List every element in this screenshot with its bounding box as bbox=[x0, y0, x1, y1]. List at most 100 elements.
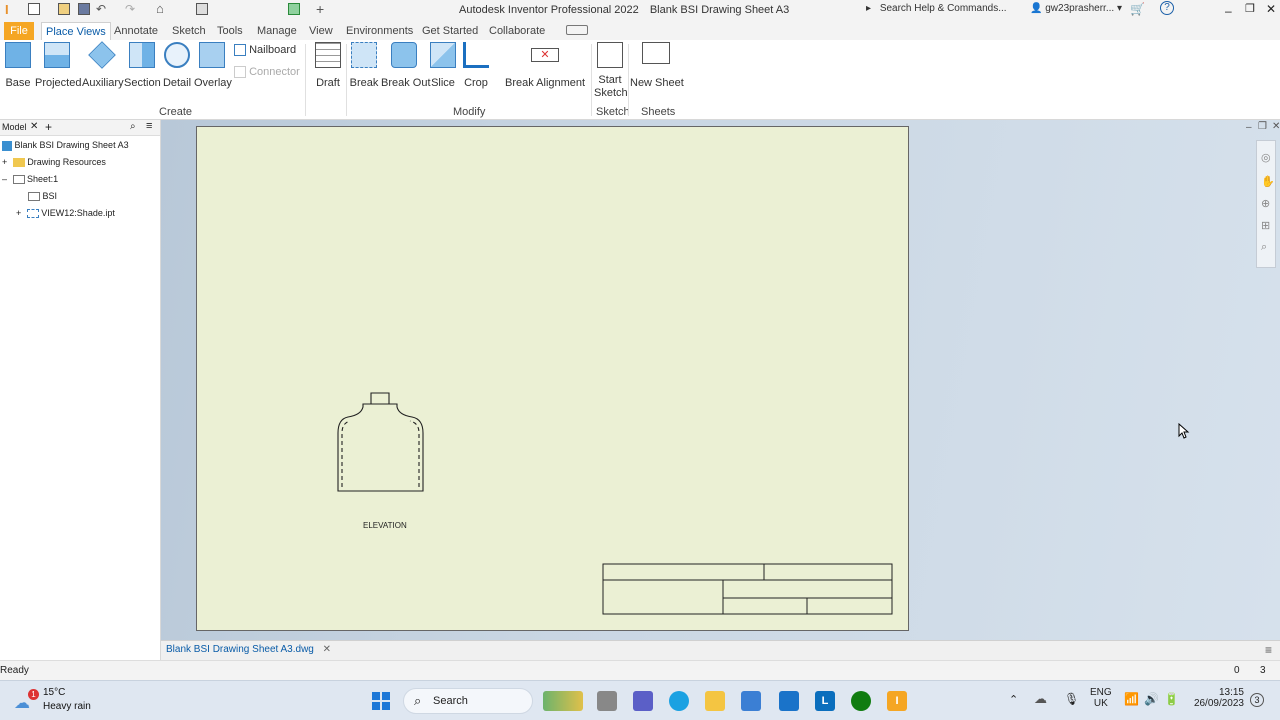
detail-button[interactable]: Detail bbox=[162, 42, 192, 89]
mail-icon[interactable] bbox=[779, 691, 799, 711]
inventor-taskbar-icon[interactable]: I bbox=[887, 691, 907, 711]
tab-environments[interactable]: Environments bbox=[342, 22, 417, 40]
steering-wheel-icon[interactable]: ◎ bbox=[1261, 151, 1271, 164]
notification-badge[interactable]: 3 bbox=[1250, 693, 1264, 707]
windows-start-icon[interactable] bbox=[371, 691, 391, 711]
home-icon[interactable]: ⌂ bbox=[156, 1, 170, 16]
microphone-icon[interactable]: 🎙 bbox=[1064, 692, 1079, 706]
battery-icon[interactable]: 🔋 bbox=[1164, 692, 1179, 706]
tree-item-view[interactable]: + VIEW12:Shade.ipt bbox=[16, 205, 115, 221]
tile-view-icon[interactable]: ❐ bbox=[1258, 121, 1267, 132]
store-icon[interactable] bbox=[741, 691, 761, 711]
help-search-input[interactable]: Search Help & Commands... bbox=[880, 3, 1007, 14]
start-sketch-button[interactable]: Start Sketch bbox=[594, 42, 628, 100]
projected-button[interactable]: Projected bbox=[35, 42, 81, 89]
pan-icon[interactable]: ✋ bbox=[1261, 175, 1275, 188]
file-explorer-icon[interactable] bbox=[705, 691, 725, 711]
close-icon[interactable]: ✕ bbox=[323, 644, 331, 655]
nailboard-button[interactable]: Nailboard bbox=[234, 44, 296, 57]
undo-icon[interactable]: ↶ bbox=[96, 2, 112, 16]
break-button[interactable]: Break bbox=[349, 42, 379, 89]
detail-view-icon bbox=[164, 42, 190, 68]
help-search[interactable]: ▸ Search Help & Commands... bbox=[866, 3, 1016, 17]
break-icon bbox=[351, 42, 377, 68]
plus-icon[interactable]: + bbox=[316, 1, 330, 17]
minimize-icon[interactable]: – bbox=[1225, 4, 1232, 18]
language-indicator[interactable]: ENG UK bbox=[1090, 687, 1112, 709]
zoom-window-icon[interactable]: ⌕ bbox=[1261, 241, 1267, 254]
chevron-right-icon: ▸ bbox=[866, 3, 872, 14]
slice-button[interactable]: Slice bbox=[429, 42, 457, 89]
ribbon-options-icon[interactable] bbox=[566, 25, 588, 35]
auxiliary-button[interactable]: Auxiliary bbox=[82, 41, 124, 89]
break-out-button[interactable]: Break Out bbox=[381, 42, 431, 89]
add-tab-icon[interactable]: + bbox=[45, 120, 52, 134]
connector-button[interactable]: Connector bbox=[234, 66, 300, 79]
draft-button[interactable]: Draft bbox=[314, 42, 342, 89]
menu-icon[interactable]: ≡ bbox=[146, 120, 152, 132]
save-icon[interactable] bbox=[78, 3, 90, 15]
update-icon[interactable] bbox=[288, 3, 300, 15]
task-view-icon[interactable] bbox=[597, 691, 617, 711]
section-button[interactable]: Section bbox=[124, 42, 161, 89]
document-tab[interactable]: Blank BSI Drawing Sheet A3.dwg ✕ bbox=[166, 644, 331, 655]
maximize-icon[interactable]: ❐ bbox=[1245, 2, 1255, 15]
app-title: Autodesk Inventor Professional 2022 bbox=[459, 4, 639, 16]
zoom-all-icon[interactable]: ⊞ bbox=[1261, 219, 1270, 232]
tab-view[interactable]: View bbox=[305, 22, 337, 40]
widget-art-icon[interactable] bbox=[543, 691, 583, 711]
help-icon[interactable]: ? bbox=[1160, 1, 1174, 15]
tab-file[interactable]: File bbox=[4, 22, 34, 40]
teams-icon[interactable] bbox=[633, 691, 653, 711]
tab-tools[interactable]: Tools bbox=[213, 22, 247, 40]
new-file-icon[interactable] bbox=[28, 3, 40, 15]
tab-manage[interactable]: Manage bbox=[253, 22, 301, 40]
restore-view-icon[interactable]: – bbox=[1246, 122, 1252, 133]
print-icon[interactable] bbox=[196, 3, 208, 15]
open-icon[interactable] bbox=[58, 3, 70, 15]
view-label[interactable]: ELEVATION bbox=[363, 521, 407, 530]
drawing-sheet[interactable]: ELEVATION bbox=[196, 126, 909, 631]
collapse-icon[interactable]: – bbox=[2, 174, 7, 184]
document-menu-icon[interactable]: ≡ bbox=[1265, 643, 1272, 657]
tab-get-started[interactable]: Get Started bbox=[418, 22, 482, 40]
wifi-icon[interactable]: 📶 bbox=[1124, 692, 1139, 706]
volume-icon[interactable]: 🔊 bbox=[1144, 692, 1159, 706]
chevron-up-icon[interactable]: ⌃ bbox=[1009, 693, 1018, 706]
inventor-logo-icon[interactable]: I bbox=[5, 3, 15, 17]
search-icon[interactable]: ⌕ bbox=[130, 121, 136, 132]
browser-tab-model[interactable]: Model bbox=[2, 122, 27, 132]
edge-icon[interactable] bbox=[669, 691, 689, 711]
weather-widget[interactable]: ☁ 1 bbox=[14, 689, 39, 713]
taskbar-search[interactable]: ⌕ Search bbox=[403, 688, 533, 714]
redo-icon[interactable]: ↷ bbox=[125, 2, 141, 16]
crop-icon bbox=[463, 42, 489, 68]
clock[interactable]: 13:15 26/09/2023 bbox=[1190, 687, 1244, 709]
user-menu[interactable]: 👤 gw23prasherr... ▾ bbox=[1030, 3, 1122, 14]
tab-sketch[interactable]: Sketch bbox=[168, 22, 210, 40]
crop-button[interactable]: Crop bbox=[461, 42, 491, 89]
cart-icon[interactable]: 🛒 bbox=[1130, 2, 1145, 16]
projected-view-icon bbox=[44, 42, 70, 68]
graphics-window[interactable]: ELEVATION ◎ ✋ ⊕ ⊞ ⌕ – ❐ ✕ bbox=[161, 120, 1280, 640]
tree-item-drawing[interactable]: Blank BSI Drawing Sheet A3 bbox=[2, 137, 129, 153]
close-view-icon[interactable]: ✕ bbox=[1272, 121, 1280, 132]
expand-icon[interactable]: + bbox=[16, 208, 21, 218]
close-icon[interactable]: ✕ bbox=[30, 121, 38, 132]
tree-item-bsi[interactable]: BSI bbox=[28, 188, 57, 204]
onedrive-icon[interactable]: ☁ bbox=[1034, 691, 1047, 707]
overlay-button[interactable]: Overlay bbox=[194, 42, 232, 89]
break-alignment-button[interactable]: ✕ Break Alignment bbox=[505, 42, 585, 89]
tab-annotate[interactable]: Annotate bbox=[110, 22, 162, 40]
tab-collaborate[interactable]: Collaborate bbox=[485, 22, 549, 40]
new-sheet-button[interactable]: New Sheet bbox=[630, 42, 684, 89]
xbox-icon[interactable] bbox=[851, 691, 871, 711]
tree-item-sheet[interactable]: – Sheet:1 bbox=[2, 171, 58, 187]
tree-item-drawing-resources[interactable]: + Drawing Resources bbox=[2, 154, 106, 170]
launcher-l-icon[interactable]: L bbox=[815, 691, 835, 711]
base-button[interactable]: Base bbox=[4, 42, 32, 89]
expand-icon[interactable]: + bbox=[2, 157, 7, 167]
close-icon[interactable]: ✕ bbox=[1266, 2, 1276, 16]
tab-place-views[interactable]: Place Views bbox=[41, 22, 111, 40]
zoom-icon[interactable]: ⊕ bbox=[1261, 197, 1270, 210]
